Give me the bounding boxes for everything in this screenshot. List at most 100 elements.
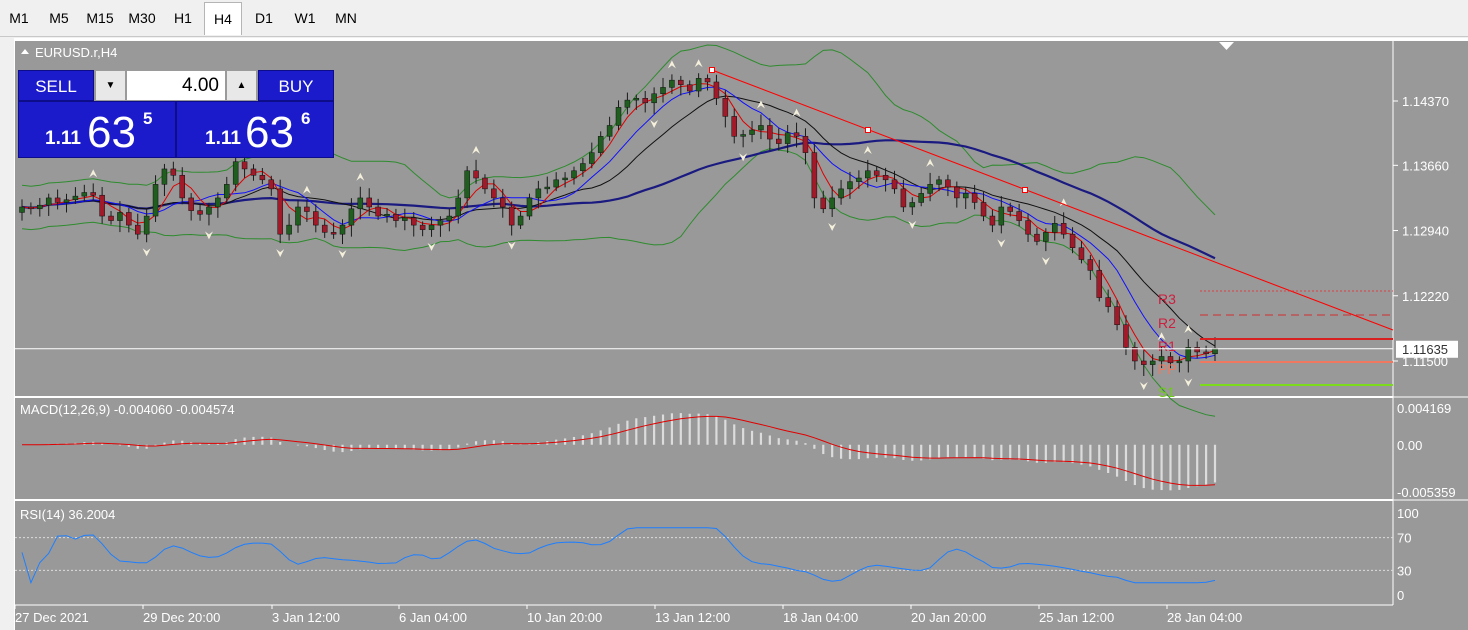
candle-body	[891, 179, 898, 190]
timeframe-toolbar: M1 M5 M15 M30 H1 H4 D1 W1 MN	[0, 0, 1468, 37]
timeframe-w1[interactable]: W1	[286, 2, 324, 35]
rsi-tick-label: 70	[1397, 531, 1411, 546]
time-tick-label: 25 Jan 12:00	[1039, 610, 1114, 625]
candle-body	[1149, 360, 1156, 365]
candle-body	[1194, 347, 1200, 353]
candle-body	[526, 197, 533, 217]
rsi-tick-label: 100	[1397, 506, 1419, 521]
candle-body	[28, 206, 34, 210]
candle-body	[446, 215, 453, 221]
candle-body	[224, 184, 230, 199]
timeframe-m30[interactable]: M30	[122, 2, 162, 35]
candle-body	[998, 206, 1005, 226]
candle-body	[402, 217, 408, 221]
candle-body	[134, 224, 141, 235]
candle-body	[241, 161, 248, 170]
macd-label: MACD(12,26,9) -0.004060 -0.004574	[20, 402, 235, 417]
candle-body	[170, 168, 177, 176]
candle-body	[1087, 259, 1094, 271]
candle-body	[286, 224, 292, 235]
pivot-label-s1: S1	[1158, 384, 1175, 400]
time-tick-label: 20 Jan 20:00	[911, 610, 986, 625]
candle-body	[802, 136, 809, 153]
candle-body	[295, 206, 301, 226]
candle-body	[1007, 206, 1013, 212]
candle-body	[544, 186, 551, 190]
candle-body	[678, 79, 684, 85]
candle-body	[873, 170, 880, 176]
candle-body	[268, 179, 275, 190]
time-tick-label: 27 Dec 2021	[15, 610, 89, 625]
one-click-trading-panel: SELL ▼ 4.00 ▲ BUY 1.11 63 5 1.11 63 6	[18, 70, 334, 158]
candle-body	[865, 170, 871, 179]
candle-body	[980, 202, 987, 217]
candle-body	[1203, 351, 1209, 355]
timeframe-h4[interactable]: H4	[204, 2, 242, 35]
candle-body	[1141, 360, 1147, 365]
timeframe-mn[interactable]: MN	[326, 2, 366, 35]
rsi-pane[interactable]	[15, 501, 1393, 605]
pivot-label-r3: R3	[1158, 291, 1176, 307]
candle-body	[642, 98, 648, 104]
candle-body	[793, 132, 800, 137]
timeframe-h1[interactable]: H1	[164, 2, 202, 35]
timeframe-m1[interactable]: M1	[0, 2, 38, 35]
volume-input[interactable]: 4.00	[126, 70, 226, 101]
candle-body	[589, 152, 595, 164]
candle-body	[1078, 247, 1085, 260]
buy-price-pips: 63	[245, 108, 294, 157]
candle-body	[1060, 223, 1067, 235]
candle-body	[117, 212, 123, 221]
candle-body	[713, 81, 720, 99]
candle-body	[1043, 232, 1049, 242]
candle-body	[1132, 347, 1138, 362]
macd-tick-label: 0.00	[1397, 438, 1422, 453]
candle-body	[188, 197, 194, 211]
volume-increase-button[interactable]: ▲	[226, 70, 257, 101]
candle-body	[1034, 233, 1040, 242]
buy-price-prefix: 1.11	[205, 128, 241, 149]
candle-body	[606, 125, 613, 137]
current-price-label: 1.11635	[1402, 342, 1448, 357]
candle-body	[740, 134, 746, 137]
buy-price-fraction: 6	[301, 109, 311, 128]
candle-body	[384, 213, 390, 217]
candle-body	[1069, 233, 1076, 249]
candle-body	[535, 188, 542, 199]
timeframe-m5[interactable]: M5	[40, 2, 78, 35]
candle-body	[936, 179, 942, 185]
volume-decrease-button[interactable]: ▼	[95, 70, 126, 101]
timeframe-m15[interactable]: M15	[80, 2, 120, 35]
candle-body	[962, 193, 969, 199]
candle-body	[81, 192, 88, 197]
candle-body	[464, 170, 470, 199]
candle-body	[829, 197, 835, 210]
candle-body	[847, 181, 853, 190]
timeframe-d1[interactable]: D1	[245, 2, 283, 35]
candle-body	[19, 206, 25, 213]
candle-body	[473, 170, 479, 179]
candle-body	[419, 224, 426, 230]
sell-button[interactable]: SELL	[18, 70, 94, 101]
candle-body	[508, 206, 515, 226]
candle-body	[348, 208, 355, 226]
candle-body	[517, 215, 524, 226]
candle-body	[232, 161, 239, 185]
buy-quote[interactable]: 1.11 63 6	[176, 101, 334, 158]
candle-body	[927, 184, 933, 194]
candle-body	[259, 175, 266, 181]
candle-body	[482, 177, 488, 190]
candle-body	[1105, 297, 1111, 307]
buy-button[interactable]: BUY	[258, 70, 334, 101]
candle-body	[954, 186, 960, 199]
sell-quote[interactable]: 1.11 63 5	[18, 101, 176, 158]
candle-body	[143, 215, 150, 235]
candle-body	[375, 206, 381, 217]
candle-body	[945, 179, 951, 188]
candle-body	[624, 99, 631, 108]
candle-body	[971, 193, 978, 203]
candle-body	[108, 215, 114, 221]
candle-body	[72, 195, 79, 200]
candle-body	[437, 220, 444, 226]
candle-body	[1176, 360, 1183, 364]
